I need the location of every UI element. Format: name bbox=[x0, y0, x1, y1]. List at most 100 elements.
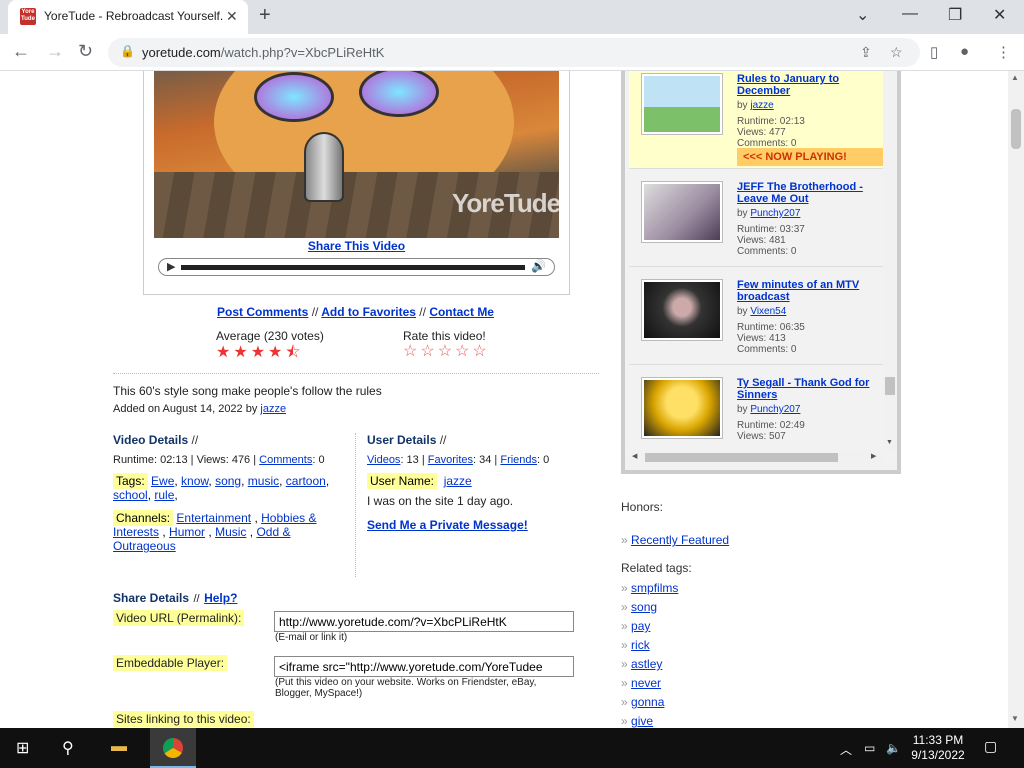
related-vertical-scrollbar[interactable]: ▲ ▼ bbox=[883, 71, 897, 450]
clock[interactable]: 11:33 PM 9/13/2022 bbox=[905, 733, 971, 763]
added-by-user-link[interactable]: jazze bbox=[260, 403, 286, 415]
scroll-thumb[interactable] bbox=[645, 453, 838, 462]
network-icon[interactable]: ▭ bbox=[864, 741, 875, 755]
related-video-item[interactable]: Ty Segall - Thank God for Sinners by Punc… bbox=[629, 365, 883, 450]
browser-tab[interactable]: Yore Tude YoreTude - Rebroadcast Yoursel… bbox=[8, 0, 248, 34]
tab-search-icon[interactable]: ⌄ bbox=[856, 5, 869, 25]
separator: , bbox=[251, 511, 262, 525]
tag-link[interactable]: cartoon bbox=[286, 474, 326, 488]
tag-link[interactable]: music bbox=[248, 474, 279, 488]
share-icon[interactable]: ⇪ bbox=[860, 44, 872, 61]
file-explorer-icon[interactable]: ▬ bbox=[111, 738, 127, 756]
add-favorites-link[interactable]: Add to Favorites bbox=[321, 305, 416, 319]
notifications-icon[interactable]: ▢ bbox=[984, 738, 997, 755]
uploader-link[interactable]: jazze bbox=[750, 100, 773, 111]
tray-chevron-icon[interactable]: ︿ bbox=[840, 741, 852, 758]
tag-link[interactable]: rule bbox=[154, 488, 174, 502]
related-tag-item: » astley bbox=[621, 657, 662, 671]
back-icon[interactable]: ← bbox=[12, 41, 30, 62]
video-url-field[interactable] bbox=[274, 611, 574, 632]
related-video-item[interactable]: Few minutes of an MTV broadcast by Vixen5… bbox=[629, 267, 883, 365]
related-tag-link[interactable]: rick bbox=[631, 638, 650, 652]
tag-link[interactable]: Ewe bbox=[151, 474, 174, 488]
related-tag-link[interactable]: give bbox=[631, 714, 653, 728]
related-tag-item: » rick bbox=[621, 638, 650, 652]
video-thumbnail[interactable] bbox=[641, 377, 723, 439]
recently-featured-link[interactable]: Recently Featured bbox=[631, 533, 729, 547]
rate-video-stars[interactable]: ☆☆☆☆☆ bbox=[403, 341, 490, 361]
related-video-item[interactable]: Rules to January to December by jazze Runt… bbox=[629, 71, 883, 169]
username-link[interactable]: jazze bbox=[444, 474, 472, 488]
close-window-icon[interactable]: ✕ bbox=[993, 5, 1006, 25]
play-icon[interactable]: ▶ bbox=[167, 260, 175, 273]
menu-kebab-icon[interactable]: ⋮ bbox=[996, 43, 1011, 61]
bookmark-star-icon[interactable]: ☆ bbox=[890, 44, 903, 61]
related-tag-link[interactable]: never bbox=[631, 676, 661, 690]
user-favorites-link[interactable]: Favorites bbox=[428, 454, 473, 466]
video-microphone bbox=[304, 132, 344, 202]
channel-link[interactable]: Humor bbox=[169, 525, 205, 539]
embed-code-field[interactable] bbox=[274, 656, 574, 677]
related-tag-link[interactable]: gonna bbox=[631, 695, 664, 709]
video-thumbnail[interactable] bbox=[641, 279, 723, 341]
private-message-link[interactable]: Send Me a Private Message! bbox=[367, 518, 528, 532]
video-frame[interactable]: YoreTude bbox=[154, 71, 559, 238]
seek-bar[interactable] bbox=[181, 265, 525, 270]
related-video-title[interactable]: Few minutes of an MTV broadcast bbox=[737, 279, 859, 303]
scroll-up-icon[interactable]: ▲ bbox=[886, 71, 893, 72]
post-comments-link[interactable]: Post Comments bbox=[217, 305, 308, 319]
related-video-title[interactable]: Ty Segall - Thank God for Sinners bbox=[737, 377, 869, 401]
forward-icon[interactable]: → bbox=[46, 41, 64, 62]
tag-link[interactable]: know bbox=[181, 474, 208, 488]
uploader-link[interactable]: Punchy207 bbox=[750, 404, 800, 415]
new-tab-icon[interactable]: + bbox=[259, 4, 271, 27]
profile-icon[interactable]: ● bbox=[960, 43, 969, 60]
channel-link[interactable]: Music bbox=[215, 525, 246, 539]
video-actions: Post Comments // Add to Favorites // Con… bbox=[217, 305, 494, 319]
related-tag-link[interactable]: astley bbox=[631, 657, 662, 671]
uploader-link[interactable]: Punchy207 bbox=[750, 208, 800, 219]
scroll-right-icon[interactable]: ▶ bbox=[871, 452, 876, 460]
search-icon[interactable]: ⚲ bbox=[62, 738, 74, 758]
page-scrollbar[interactable]: ▲ ▼ bbox=[1008, 71, 1024, 728]
volume-icon[interactable]: 🔈 bbox=[886, 741, 901, 755]
related-video-title[interactable]: Rules to January to December bbox=[737, 73, 839, 97]
tag-link[interactable]: school bbox=[113, 488, 148, 502]
separator: // bbox=[439, 433, 447, 447]
windows-start-icon[interactable]: ⊞ bbox=[16, 738, 29, 758]
url-text[interactable]: yoretude.com/watch.php?v=XbcPLiReHtK bbox=[142, 45, 384, 60]
chrome-taskbar-button[interactable] bbox=[150, 728, 196, 768]
comments-link[interactable]: Comments bbox=[259, 454, 312, 466]
related-video-item[interactable]: JEFF The Brotherhood - Leave Me Out by Pu… bbox=[629, 169, 883, 267]
video-details: Video Details // Runtime: 02:13 | Views:… bbox=[113, 433, 349, 553]
scroll-thumb[interactable] bbox=[1011, 109, 1021, 149]
related-tag-link[interactable]: song bbox=[631, 600, 657, 614]
minimize-icon[interactable]: — bbox=[902, 5, 918, 23]
video-thumbnail[interactable] bbox=[641, 73, 723, 135]
contact-me-link[interactable]: Contact Me bbox=[429, 305, 494, 319]
volume-icon[interactable]: 🔊 bbox=[531, 259, 546, 273]
user-videos-count: : 13 | bbox=[400, 454, 425, 466]
help-link[interactable]: Help? bbox=[204, 591, 237, 605]
related-video-title[interactable]: JEFF The Brotherhood - Leave Me Out bbox=[737, 181, 863, 205]
address-bar[interactable]: 🔒 yoretude.com/watch.php?v=XbcPLiReHtK ⇪… bbox=[108, 38, 920, 67]
channel-link[interactable]: Entertainment bbox=[176, 511, 251, 525]
related-tag-link[interactable]: pay bbox=[631, 619, 650, 633]
side-panel-icon[interactable]: ▯ bbox=[930, 43, 938, 61]
scroll-thumb[interactable] bbox=[885, 377, 895, 395]
close-tab-icon[interactable]: ✕ bbox=[226, 8, 238, 25]
scroll-left-icon[interactable]: ◀ bbox=[632, 452, 637, 460]
related-tag-link[interactable]: smpfilms bbox=[631, 581, 678, 595]
scroll-down-icon[interactable]: ▼ bbox=[886, 439, 893, 446]
related-horizontal-scrollbar[interactable]: ◀ ▶ bbox=[629, 450, 883, 464]
reload-icon[interactable]: ↻ bbox=[78, 41, 93, 62]
scroll-up-icon[interactable]: ▲ bbox=[1011, 73, 1019, 82]
uploader-link[interactable]: Vixen54 bbox=[750, 306, 786, 317]
user-videos-link[interactable]: Videos bbox=[367, 454, 400, 466]
share-video-link[interactable]: Share This Video bbox=[308, 239, 405, 253]
scroll-down-icon[interactable]: ▼ bbox=[1011, 714, 1019, 723]
tag-link[interactable]: song bbox=[215, 474, 241, 488]
user-friends-link[interactable]: Friends bbox=[500, 454, 537, 466]
restore-icon[interactable]: ❐ bbox=[948, 5, 962, 25]
video-thumbnail[interactable] bbox=[641, 181, 723, 243]
